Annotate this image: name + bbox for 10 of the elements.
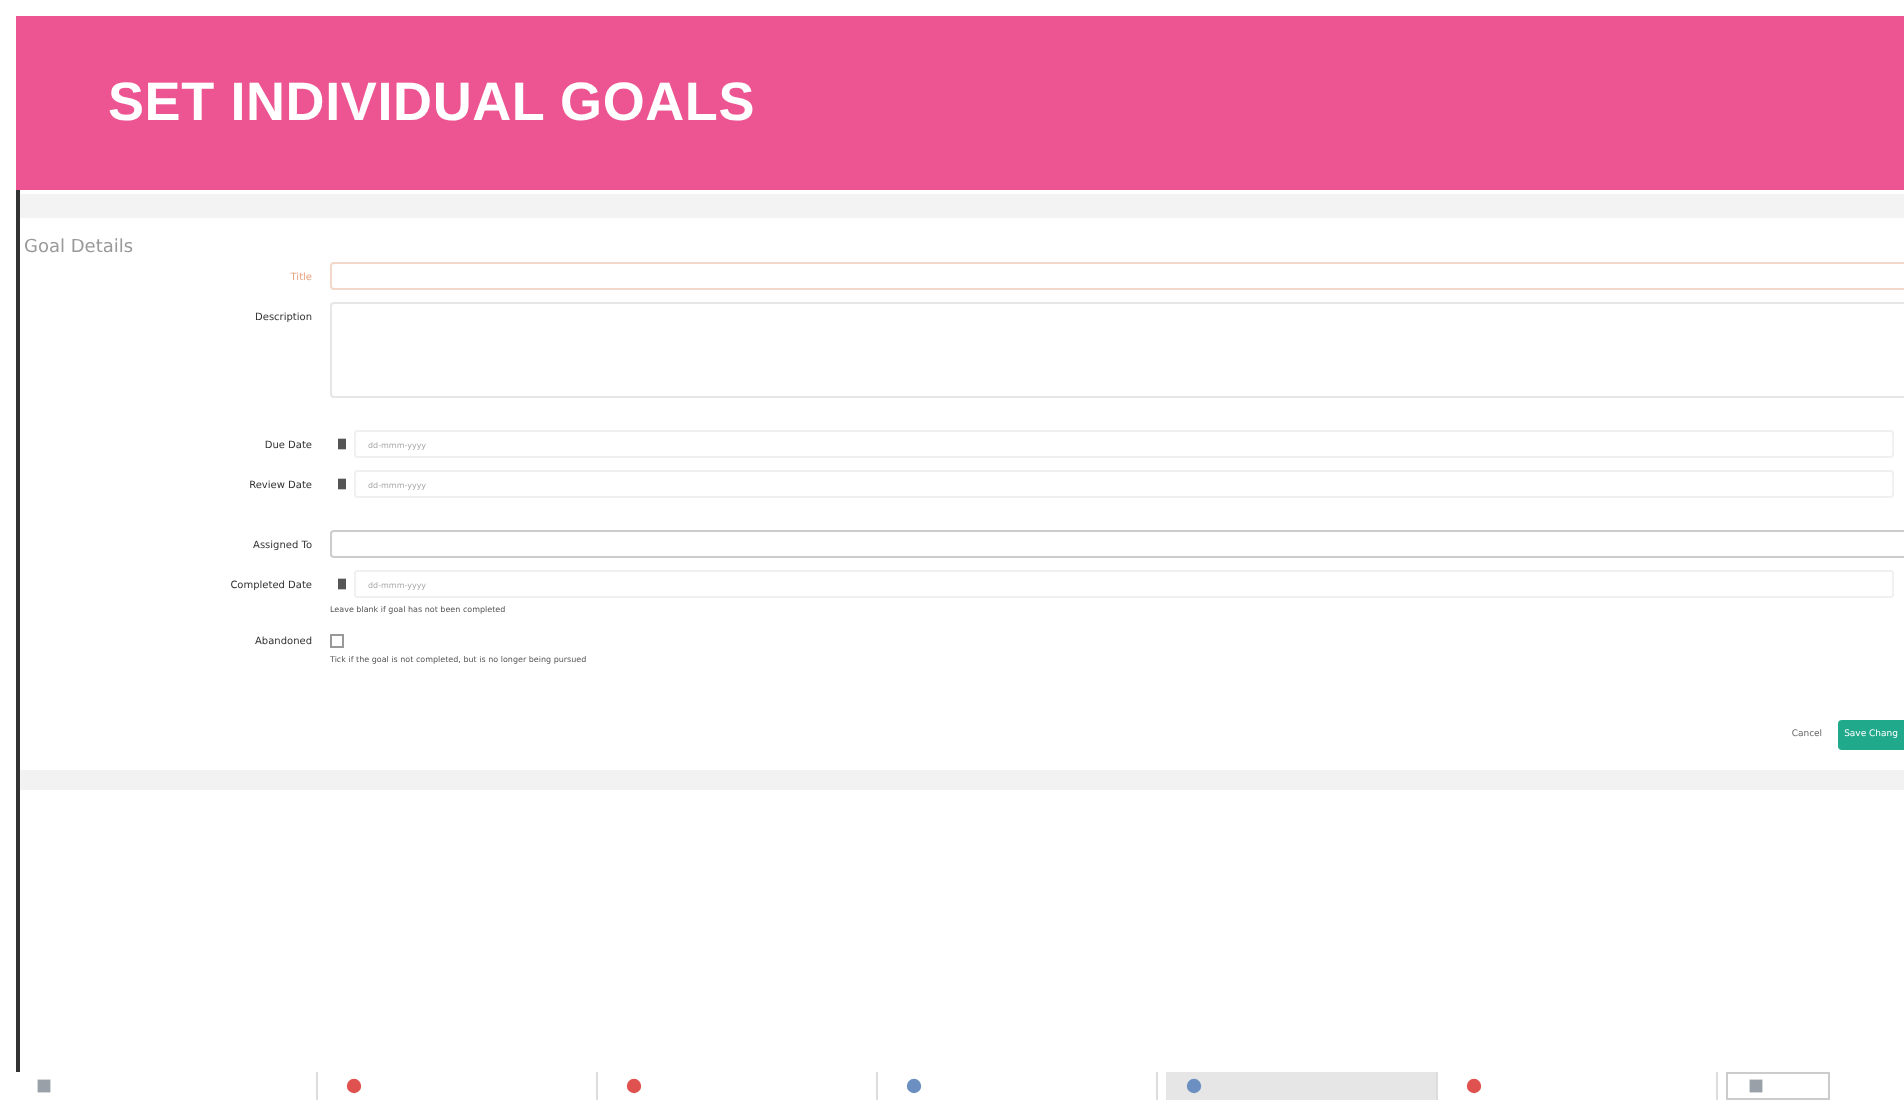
- page-title: SET INDIVIDUAL GOALS: [108, 72, 756, 134]
- text-area[interactable]: [330, 302, 1904, 398]
- square-icon: [36, 1078, 52, 1094]
- browser-tab[interactable]: [1726, 1072, 1830, 1100]
- text-field[interactable]: [330, 530, 1904, 558]
- square-icon: [1748, 1078, 1764, 1094]
- checkbox[interactable]: [330, 634, 344, 648]
- text-field[interactable]: [330, 262, 1904, 290]
- section-title: Goal Details: [22, 236, 136, 258]
- browser-tab[interactable]: [1166, 1072, 1438, 1100]
